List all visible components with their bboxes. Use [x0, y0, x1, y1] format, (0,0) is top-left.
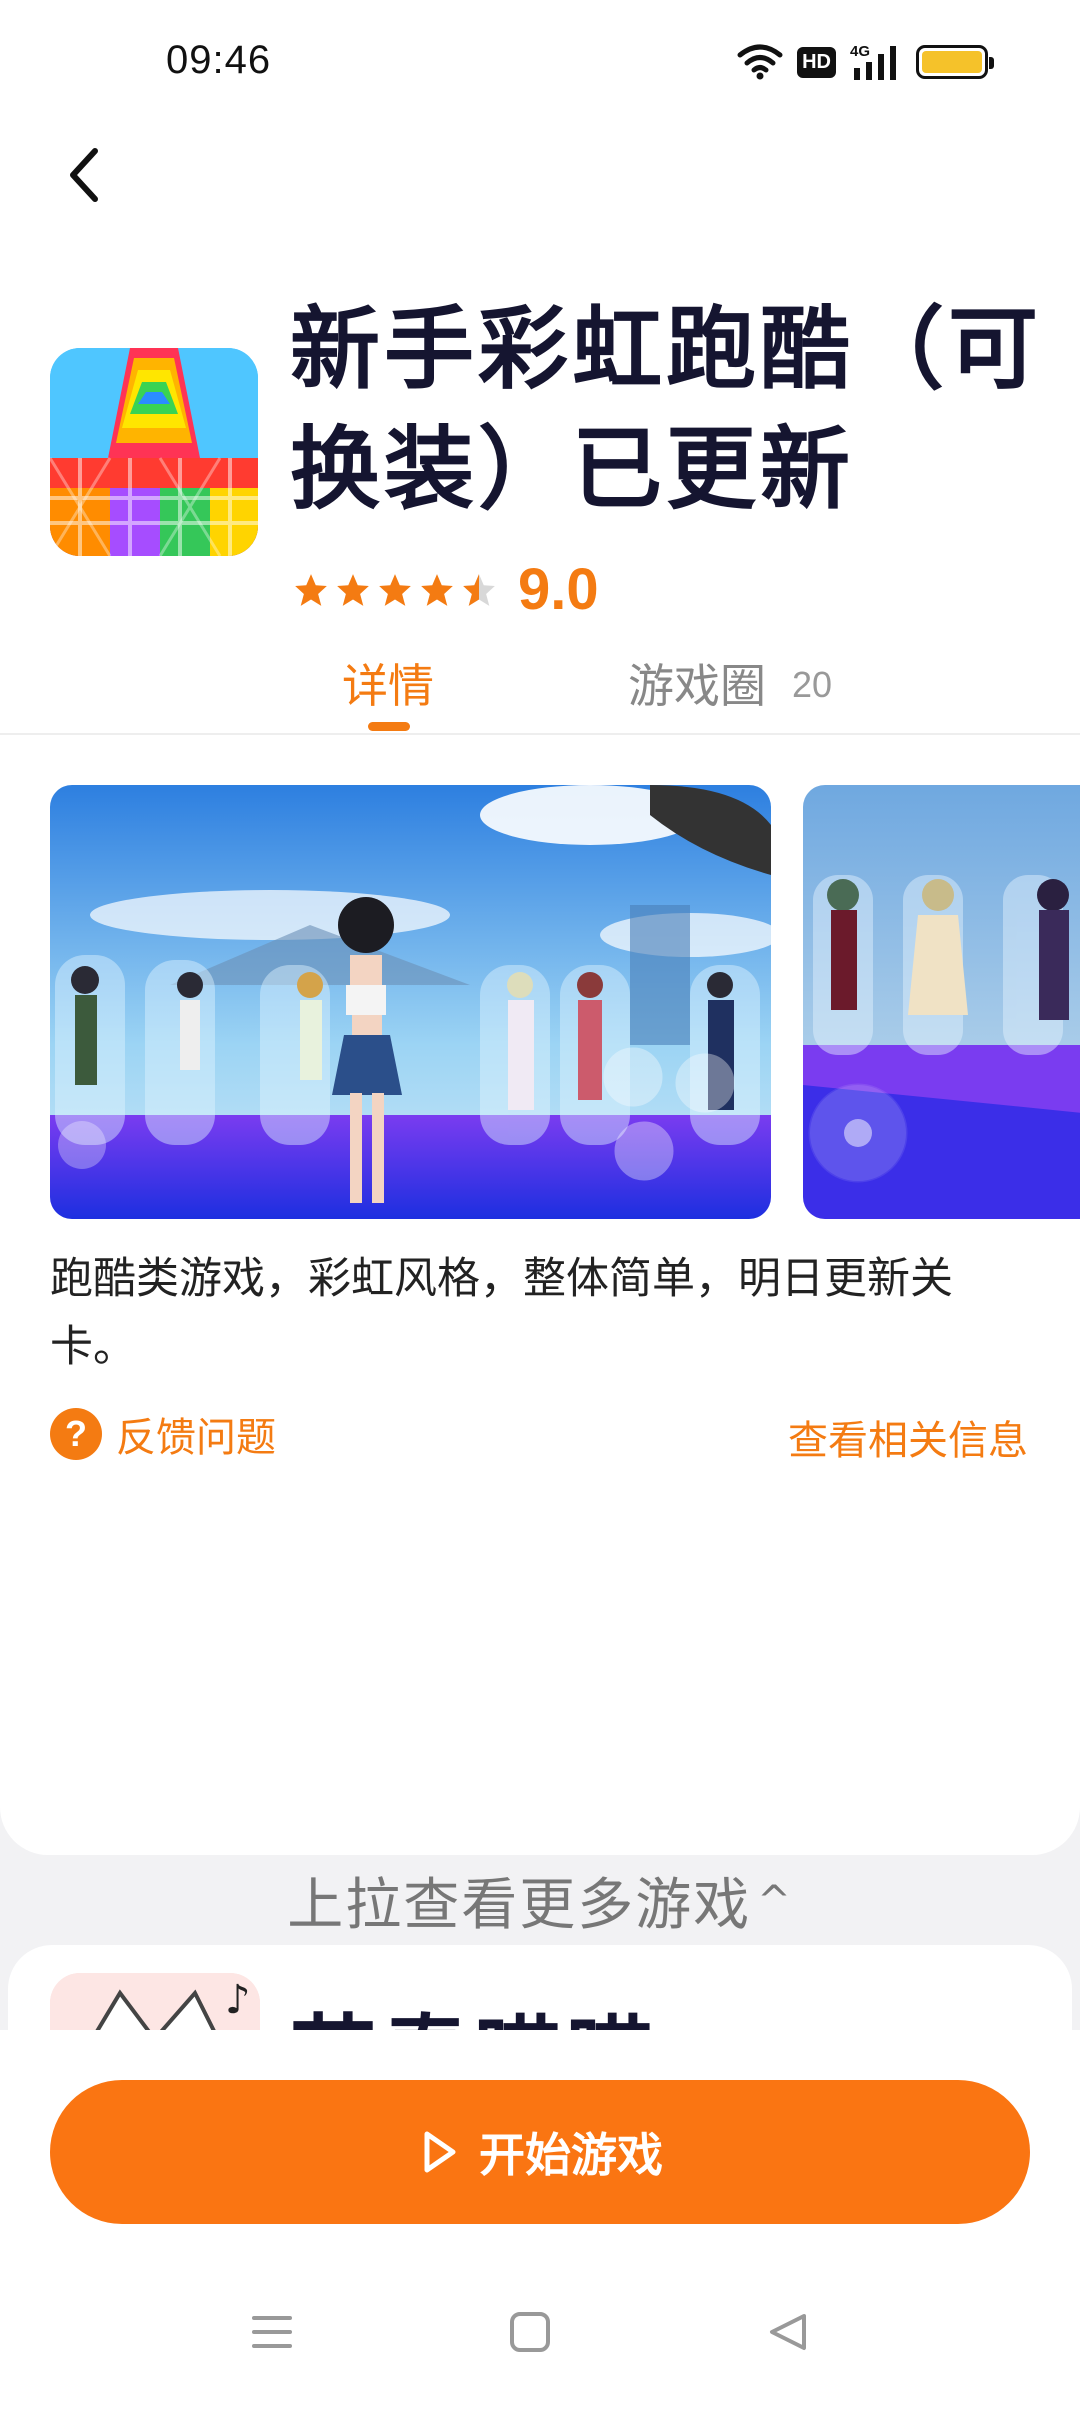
bottom-action-area: 开始游戏	[0, 2030, 1080, 2412]
tab-game-circle[interactable]: 游戏圈	[628, 650, 766, 716]
tab-details[interactable]: 详情	[342, 650, 434, 716]
rating: 9.0	[292, 556, 599, 623]
home-square-icon	[510, 2312, 550, 2352]
app-title: 新手彩虹跑酷（可换装）已更新	[290, 297, 1042, 522]
status-time: 09:46	[166, 38, 272, 82]
star-icon	[295, 573, 327, 606]
menu-icon	[252, 2316, 292, 2348]
back-button[interactable]	[48, 140, 118, 210]
start-game-label: 开始游戏	[479, 2128, 663, 2182]
tab-bar: 详情 游戏圈 20	[0, 640, 1080, 735]
play-icon	[424, 2131, 456, 2173]
battery-icon	[916, 45, 994, 79]
related-info-link[interactable]: 查看相关信息	[788, 1408, 1028, 1466]
pull-up-hint[interactable]: 上拉查看更多游戏 ^	[0, 1860, 1080, 1941]
chevron-left-icon	[70, 148, 98, 202]
rating-stars	[292, 571, 498, 609]
chevron-up-icon: ^	[757, 1878, 793, 1924]
detail-card: 09:46 HD 4G 新手彩虹跑酷（可换装）已更新 9.0 详情 游戏圈 20…	[0, 0, 1080, 1855]
feedback-label: 反馈问题	[116, 1415, 276, 1461]
feedback-button[interactable]: ? 反馈问题	[50, 1405, 276, 1463]
signal-icon: 4G	[850, 43, 896, 80]
tab-game-circle-count: 20	[792, 664, 833, 705]
system-nav-bar	[0, 2262, 1080, 2412]
game-description: 跑酷类游戏，彩虹风格，整体简单，明日更新关卡。	[50, 1254, 953, 1372]
star-icon	[421, 573, 453, 606]
network-label: 4G	[850, 43, 870, 60]
svg-text:♪: ♪	[225, 1977, 251, 2023]
hd-badge: HD	[797, 46, 836, 78]
status-bar: 09:46 HD 4G	[0, 0, 1080, 120]
battery-level	[922, 51, 982, 73]
rating-score: 9.0	[518, 557, 599, 622]
screenshot-gallery[interactable]	[50, 785, 1080, 1219]
star-icon	[379, 573, 411, 606]
back-triangle-icon	[770, 2314, 806, 2350]
nav-menu-button[interactable]	[242, 2302, 302, 2362]
wifi-icon	[737, 44, 783, 80]
nav-home-button[interactable]	[500, 2302, 560, 2362]
star-icon	[337, 573, 369, 606]
screenshot-2[interactable]	[803, 785, 1080, 1219]
status-icons: HD 4G	[737, 40, 994, 84]
half-star-icon	[463, 573, 495, 606]
app-icon	[50, 348, 258, 556]
screenshot-1[interactable]	[50, 785, 771, 1219]
nav-back-button[interactable]	[758, 2302, 818, 2362]
pull-up-hint-label: 上拉查看更多游戏	[287, 1873, 752, 1938]
start-game-button[interactable]: 开始游戏	[50, 2080, 1030, 2224]
tab-active-indicator	[368, 722, 410, 731]
question-icon: ?	[50, 1408, 102, 1460]
